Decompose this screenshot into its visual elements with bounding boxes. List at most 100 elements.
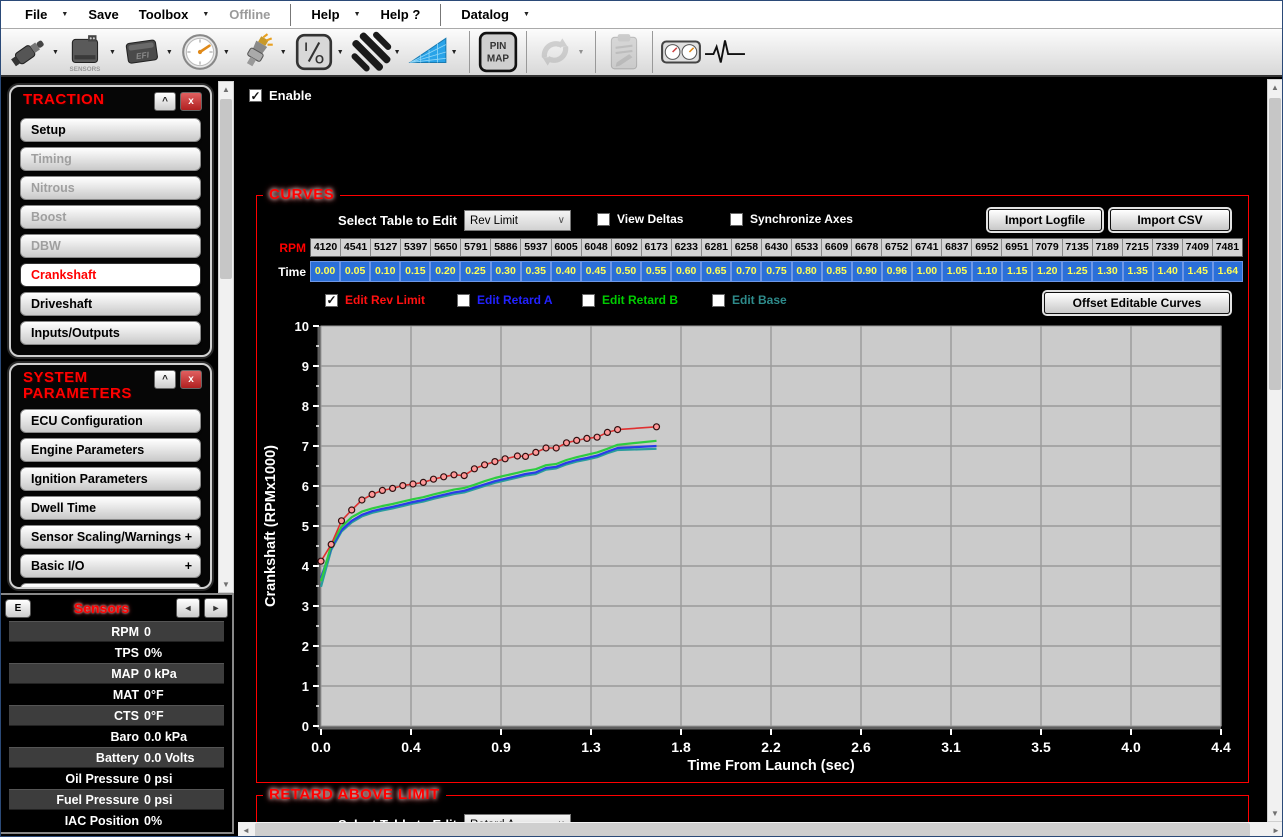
time-cell[interactable]: 1.35 bbox=[1123, 261, 1153, 282]
horizontal-scroll-thumb[interactable] bbox=[255, 823, 1250, 837]
menu-item-file[interactable]: File▼ bbox=[15, 7, 78, 22]
injector-icon[interactable] bbox=[8, 30, 50, 74]
time-cell[interactable]: 0.00 bbox=[310, 261, 340, 282]
rpm-cell[interactable]: 6952 bbox=[972, 239, 1002, 256]
time-cell[interactable]: 1.64 bbox=[1213, 261, 1243, 282]
scroll-right-icon[interactable]: ► bbox=[1268, 822, 1283, 837]
sidebar-item-crankshaft[interactable]: Crankshaft bbox=[20, 263, 201, 287]
collapse-panel-button[interactable]: ^ bbox=[154, 370, 176, 389]
e-button[interactable]: E bbox=[5, 599, 31, 618]
sidebar-scrollbar[interactable]: ▲ ▼ bbox=[218, 81, 234, 593]
sidebar-item-inputs-outputs[interactable]: Inputs/Outputs bbox=[20, 321, 201, 345]
time-cell[interactable]: 0.45 bbox=[581, 261, 611, 282]
time-cell[interactable]: 0.10 bbox=[370, 261, 400, 282]
time-cell[interactable]: 0.05 bbox=[340, 261, 370, 282]
edit-toggle-checkbox[interactable]: ✓ bbox=[325, 294, 338, 307]
tool-spark-plug[interactable]: ▼ bbox=[236, 30, 291, 74]
io-icon[interactable]: IO bbox=[293, 30, 335, 74]
rpm-cell[interactable]: 5127 bbox=[371, 239, 401, 256]
rpm-cell[interactable]: 6678 bbox=[852, 239, 882, 256]
tool-injector[interactable]: ▼ bbox=[8, 30, 63, 74]
time-cell[interactable]: 0.25 bbox=[460, 261, 490, 282]
rpm-cell[interactable]: 5886 bbox=[491, 239, 521, 256]
time-cell[interactable]: 0.35 bbox=[521, 261, 551, 282]
tool-sync[interactable]: ▼ bbox=[534, 30, 589, 74]
sensors-prev-button[interactable]: ◄ bbox=[176, 598, 200, 618]
sidebar-item-sensor-scaling-warnings[interactable]: Sensor Scaling/Warnings+ bbox=[20, 525, 201, 549]
sync-axes-checkbox[interactable] bbox=[730, 213, 743, 226]
time-cell[interactable]: 0.75 bbox=[761, 261, 791, 282]
time-cell[interactable]: 0.85 bbox=[822, 261, 852, 282]
rpm-cell[interactable]: 6092 bbox=[612, 239, 642, 256]
tool-clipboard[interactable] bbox=[603, 30, 645, 74]
chevron-down-icon[interactable]: ▼ bbox=[223, 49, 230, 56]
rpm-cell[interactable]: 4541 bbox=[341, 239, 371, 256]
time-cell[interactable]: 0.55 bbox=[641, 261, 671, 282]
sensors-next-button[interactable]: ► bbox=[204, 598, 228, 618]
chevron-down-icon[interactable]: ▼ bbox=[52, 49, 59, 56]
time-cell[interactable]: 1.40 bbox=[1153, 261, 1183, 282]
time-cell[interactable]: 1.20 bbox=[1032, 261, 1062, 282]
view-deltas-checkbox[interactable] bbox=[597, 213, 610, 226]
time-cell[interactable]: 0.70 bbox=[731, 261, 761, 282]
time-cell[interactable]: 0.40 bbox=[551, 261, 581, 282]
chevron-down-icon[interactable]: ▼ bbox=[337, 49, 344, 56]
tool-dual-gauges[interactable] bbox=[660, 30, 702, 74]
spark-plug-icon[interactable] bbox=[236, 30, 278, 74]
rpm-cell[interactable]: 6258 bbox=[732, 239, 762, 256]
rpm-cell[interactable]: 7409 bbox=[1183, 239, 1213, 256]
time-cell[interactable]: 0.15 bbox=[400, 261, 430, 282]
time-cell[interactable]: 1.00 bbox=[912, 261, 942, 282]
tool-efi-box[interactable]: EFI▼ bbox=[122, 30, 177, 74]
rpm-cell[interactable]: 7079 bbox=[1033, 239, 1063, 256]
import-logfile-button[interactable]: Import Logfile bbox=[988, 209, 1102, 231]
rpm-cell[interactable]: 7189 bbox=[1093, 239, 1123, 256]
horizontal-scrollbar[interactable]: ◄ ► bbox=[238, 822, 1283, 837]
collapse-panel-button[interactable]: ^ bbox=[154, 92, 176, 111]
close-panel-button[interactable]: x bbox=[180, 370, 202, 389]
gauge-icon[interactable] bbox=[179, 30, 221, 74]
tool-io[interactable]: IO▼ bbox=[293, 30, 348, 74]
chevron-down-icon[interactable]: ▼ bbox=[578, 49, 585, 56]
map-mesh-icon[interactable] bbox=[407, 30, 449, 74]
tire-icon[interactable] bbox=[350, 30, 392, 74]
chevron-down-icon[interactable]: ▼ bbox=[166, 49, 173, 56]
scroll-left-icon[interactable]: ◄ bbox=[238, 822, 254, 837]
rpm-cell[interactable]: 6752 bbox=[882, 239, 912, 256]
tool-tire[interactable]: ▼ bbox=[350, 30, 405, 74]
rpm-cell[interactable]: 5650 bbox=[431, 239, 461, 256]
time-cell[interactable]: 1.25 bbox=[1062, 261, 1092, 282]
rpm-cell[interactable]: 5937 bbox=[521, 239, 551, 256]
time-cell[interactable]: 0.50 bbox=[611, 261, 641, 282]
chevron-down-icon[interactable]: ▼ bbox=[280, 49, 287, 56]
rpm-cell[interactable]: 6951 bbox=[1002, 239, 1032, 256]
time-cell[interactable]: 1.30 bbox=[1092, 261, 1122, 282]
rpm-cell[interactable]: 7135 bbox=[1063, 239, 1093, 256]
rpm-cell[interactable]: 5397 bbox=[401, 239, 431, 256]
time-cell[interactable]: 1.10 bbox=[972, 261, 1002, 282]
efi-box-icon[interactable]: EFI bbox=[122, 30, 164, 74]
close-panel-button[interactable]: x bbox=[180, 92, 202, 111]
scroll-thumb[interactable] bbox=[1269, 98, 1281, 390]
sensors-module-icon[interactable]: SENSORS bbox=[65, 30, 107, 74]
sidebar-item-ecu-configuration[interactable]: ECU Configuration bbox=[20, 409, 201, 433]
rpm-cell[interactable]: 5791 bbox=[461, 239, 491, 256]
sidebar-scroll-thumb[interactable] bbox=[220, 99, 232, 279]
rpm-cell[interactable]: 6741 bbox=[912, 239, 942, 256]
offset-editable-curves-button[interactable]: Offset Editable Curves bbox=[1044, 292, 1230, 314]
main-vertical-scrollbar[interactable]: ▲ ▼ bbox=[1267, 79, 1283, 822]
pulse-icon[interactable] bbox=[704, 30, 746, 74]
sidebar-item-closed-loop-learn[interactable]: Closed Loop/Learn+ bbox=[20, 583, 201, 589]
rpm-cell[interactable]: 6533 bbox=[792, 239, 822, 256]
time-cell[interactable]: 1.45 bbox=[1183, 261, 1213, 282]
rpm-cell[interactable]: 6233 bbox=[672, 239, 702, 256]
rpm-cell[interactable]: 6005 bbox=[552, 239, 582, 256]
chevron-down-icon[interactable]: ▼ bbox=[109, 49, 116, 56]
rpm-cell[interactable]: 7215 bbox=[1123, 239, 1153, 256]
tool-pulse[interactable] bbox=[704, 30, 746, 74]
time-cell[interactable]: 0.30 bbox=[491, 261, 521, 282]
table-select-dropdown[interactable]: Rev Limit ∨ bbox=[464, 210, 571, 231]
edit-toggle-checkbox[interactable] bbox=[582, 294, 595, 307]
time-cell[interactable]: 0.80 bbox=[792, 261, 822, 282]
menu-item-toolbox[interactable]: Toolbox▼ bbox=[129, 7, 220, 22]
